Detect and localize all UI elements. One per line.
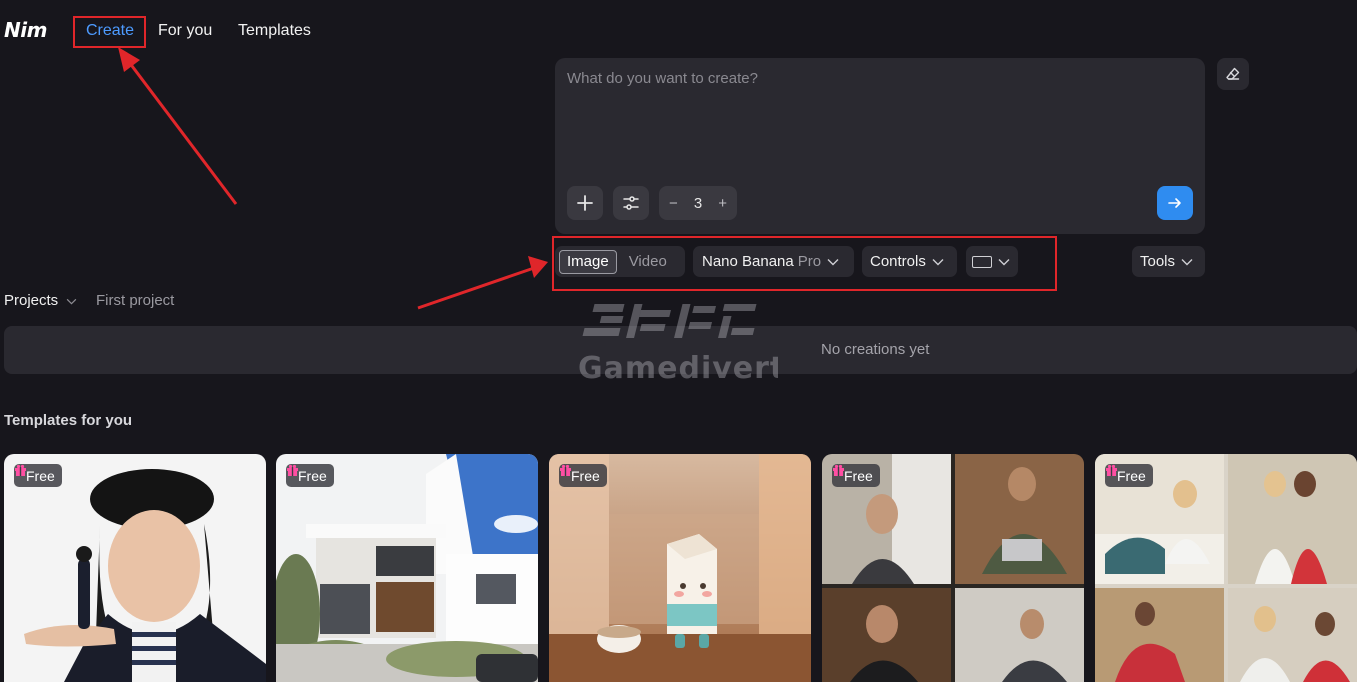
template-card[interactable]: Free [822, 454, 1084, 682]
increment-button[interactable]: + [718, 196, 727, 211]
model-name: Nano Banana [702, 253, 794, 270]
count-stepper: − 3 + [659, 186, 737, 220]
arrow-right-icon [1168, 198, 1181, 208]
mode-video[interactable]: Video [629, 253, 667, 270]
nav-for-you[interactable]: For you [158, 22, 212, 40]
template-thumbnail [822, 454, 1084, 682]
nav-templates[interactable]: Templates [238, 22, 311, 40]
controls-dropdown[interactable]: Controls [862, 246, 957, 277]
mode-toggle: Image Video [555, 246, 685, 277]
template-thumbnail [4, 454, 266, 682]
badge-label: Free [571, 467, 600, 484]
chevron-down-icon [932, 258, 944, 265]
prompt-input[interactable] [555, 58, 1205, 178]
eraser-icon [1226, 67, 1240, 80]
add-button[interactable] [567, 186, 603, 220]
chevron-down-icon [1181, 258, 1193, 265]
chevron-down-icon [998, 258, 1010, 265]
free-badge: Free [286, 464, 334, 487]
logo[interactable]: Nim [4, 18, 47, 42]
free-badge: Free [14, 464, 62, 487]
template-card[interactable]: Free [276, 454, 538, 682]
current-project[interactable]: First project [96, 292, 174, 309]
mode-image[interactable]: Image [559, 249, 617, 274]
empty-state-text: No creations yet [821, 341, 930, 358]
plus-icon [577, 195, 593, 211]
badge-label: Free [298, 467, 327, 484]
decrement-button[interactable]: − [669, 196, 678, 211]
template-card[interactable]: Free [549, 454, 811, 682]
template-thumbnail [549, 454, 811, 682]
template-thumbnail [1095, 454, 1357, 682]
template-card[interactable]: Free [4, 454, 266, 682]
watermark-text: Gamedivert [578, 351, 778, 384]
aspect-ratio-icon [972, 255, 992, 268]
projects-label: Projects [4, 292, 59, 309]
prompt-composer: − 3 + [555, 58, 1205, 234]
arrow-head-icon [528, 256, 548, 278]
free-badge: Free [559, 464, 607, 487]
badge-label: Free [26, 467, 55, 484]
free-badge: Free [832, 464, 880, 487]
projects-dropdown[interactable]: Projects [4, 292, 77, 309]
tools-dropdown[interactable]: Tools [1132, 246, 1205, 277]
tools-label: Tools [1140, 253, 1176, 270]
free-badge: Free [1105, 464, 1153, 487]
badge-label: Free [844, 467, 873, 484]
send-button[interactable] [1157, 186, 1193, 220]
clear-prompt-button[interactable] [1217, 58, 1249, 90]
chevron-down-icon [827, 258, 839, 265]
template-thumbnail [276, 454, 538, 682]
model-variant: Pro [797, 253, 822, 270]
nav-create[interactable]: Create [86, 22, 134, 40]
chevron-down-icon [67, 298, 77, 305]
model-select[interactable]: Nano Banana Pro [693, 246, 854, 277]
top-navigation: Nim Create For you Templates [0, 0, 1357, 62]
templates-heading: Templates for you [4, 412, 133, 429]
settings-button[interactable] [613, 186, 649, 220]
watermark: Gamedivert [578, 298, 784, 386]
controls-label: Controls [870, 253, 926, 270]
sliders-icon [623, 196, 639, 210]
template-card[interactable]: Free [1095, 454, 1357, 682]
aspect-ratio-dropdown[interactable] [966, 246, 1018, 277]
badge-label: Free [1117, 467, 1146, 484]
count-value: 3 [693, 194, 703, 212]
